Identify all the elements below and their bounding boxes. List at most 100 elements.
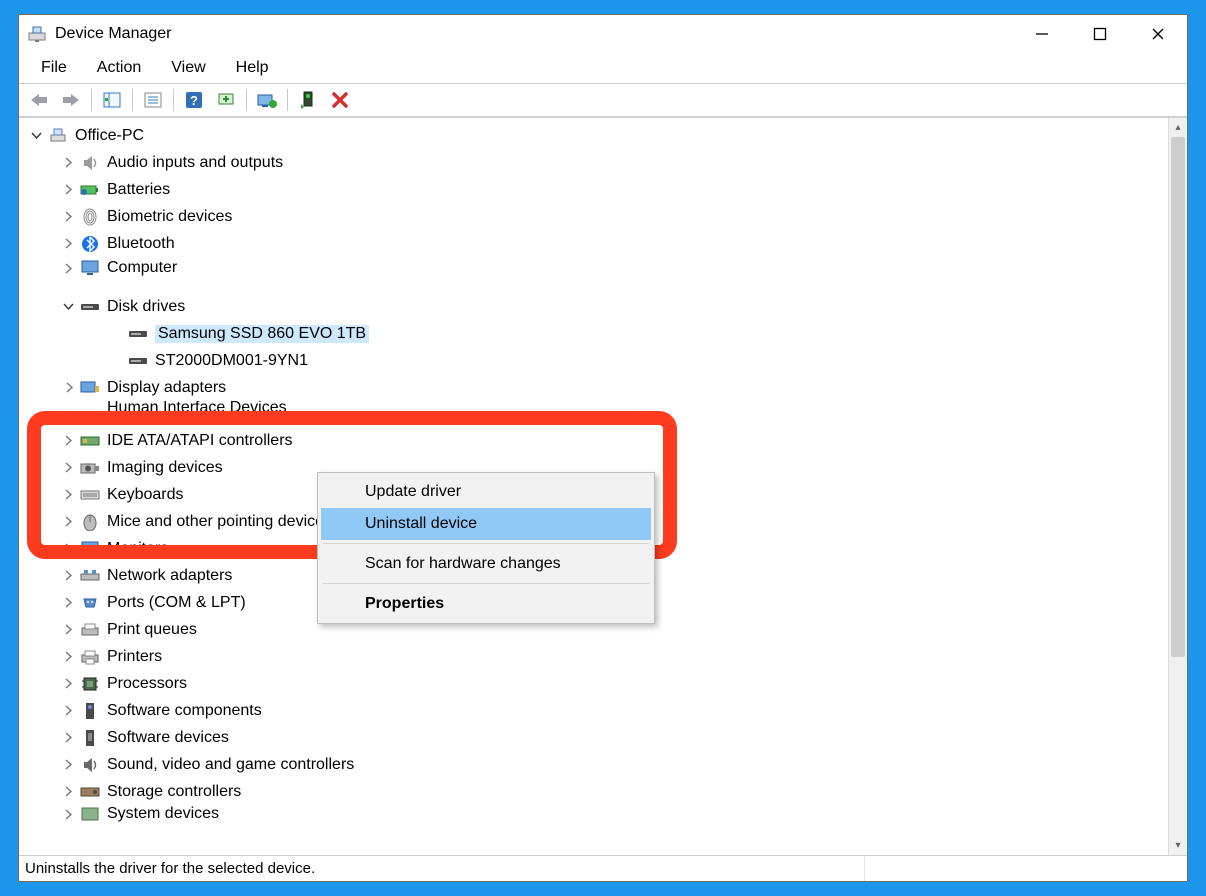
chevron-right-icon[interactable]: [59, 486, 77, 504]
scan-hardware-button[interactable]: [212, 87, 240, 113]
disable-device-button[interactable]: [326, 87, 354, 113]
scroll-up-button[interactable]: ▴: [1169, 118, 1187, 137]
properties-button[interactable]: [139, 87, 167, 113]
chevron-right-icon[interactable]: [59, 594, 77, 612]
statusbar: Uninstalls the driver for the selected d…: [19, 855, 1187, 881]
cm-scan-hardware[interactable]: Scan for hardware changes: [321, 548, 651, 580]
chevron-right-icon[interactable]: [59, 208, 77, 226]
tree-node-sound[interactable]: Sound, video and game controllers: [19, 751, 1168, 778]
tree-leaf-samsung-ssd[interactable]: Samsung SSD 860 EVO 1TB: [19, 320, 1168, 347]
menu-action[interactable]: Action: [85, 56, 153, 80]
tree-root-label: Office-PC: [75, 127, 144, 145]
chevron-right-icon[interactable]: [59, 513, 77, 531]
chevron-right-icon[interactable]: [59, 783, 77, 801]
chevron-right-icon[interactable]: [59, 432, 77, 450]
status-text: Uninstalls the driver for the selected d…: [25, 860, 315, 877]
tree-node-processors[interactable]: Processors: [19, 670, 1168, 697]
chevron-right-icon[interactable]: [59, 675, 77, 693]
chevron-right-icon[interactable]: [59, 756, 77, 774]
minimize-button[interactable]: [1013, 15, 1071, 53]
scroll-down-button[interactable]: ▾: [1169, 836, 1187, 855]
tree-node-label: Network adapters: [107, 567, 232, 585]
port-icon: [79, 592, 101, 614]
tree-node-label: Sound, video and game controllers: [107, 756, 354, 774]
menu-help[interactable]: Help: [224, 56, 281, 80]
chevron-right-icon[interactable]: [59, 805, 77, 823]
chevron-right-icon[interactable]: [59, 621, 77, 639]
tree-node-label: Software components: [107, 702, 262, 720]
computer-icon: [47, 125, 69, 147]
fingerprint-icon: [79, 206, 101, 228]
scroll-thumb[interactable]: [1171, 137, 1185, 657]
tree-node-label: Print queues: [107, 621, 197, 639]
printer-icon: [79, 646, 101, 668]
window-controls: [1013, 15, 1187, 53]
tree-node-label: Storage controllers: [107, 783, 241, 801]
tree-node-audio[interactable]: Audio inputs and outputs: [19, 149, 1168, 176]
tree-node-label: Software devices: [107, 729, 229, 747]
tree-root[interactable]: Office-PC: [19, 122, 1168, 149]
tree-node-storage[interactable]: Storage controllers: [19, 778, 1168, 805]
ide-icon: [79, 430, 101, 452]
cpu-icon: [79, 673, 101, 695]
cm-properties[interactable]: Properties: [321, 588, 651, 620]
chevron-right-icon[interactable]: [59, 401, 77, 415]
tree-node-computer[interactable]: Computer: [19, 257, 1168, 279]
cm-update-driver[interactable]: Update driver: [321, 476, 651, 508]
help-button[interactable]: ?: [180, 87, 208, 113]
enable-device-button[interactable]: [294, 87, 322, 113]
chevron-right-icon[interactable]: [59, 729, 77, 747]
tree-leaf-st2000[interactable]: ST2000DM001-9YN1: [19, 347, 1168, 374]
chevron-down-icon[interactable]: [27, 127, 45, 145]
mouse-icon: [79, 511, 101, 533]
chevron-right-icon[interactable]: [59, 459, 77, 477]
sw-device-icon: [79, 727, 101, 749]
monitor-icon: [79, 538, 101, 560]
chevron-right-icon[interactable]: [59, 259, 77, 277]
tree-node-biometric[interactable]: Biometric devices: [19, 203, 1168, 230]
forward-button[interactable]: [57, 87, 85, 113]
content-area: Office-PC Audio inputs and outputs Batte…: [19, 117, 1187, 855]
tree-node-hid[interactable]: Human Interface Devices: [19, 401, 1168, 415]
tree-node-ide[interactable]: IDE ATA/ATAPI controllers: [19, 427, 1168, 454]
chevron-right-icon[interactable]: [59, 540, 77, 558]
menu-file[interactable]: File: [29, 56, 79, 80]
chevron-right-icon[interactable]: [59, 181, 77, 199]
storage-icon: [79, 781, 101, 803]
vertical-scrollbar[interactable]: ▴ ▾: [1168, 118, 1187, 855]
tree-leaf-label: ST2000DM001-9YN1: [155, 352, 308, 370]
maximize-button[interactable]: [1071, 15, 1129, 53]
update-driver-button[interactable]: [253, 87, 281, 113]
chevron-right-icon[interactable]: [59, 648, 77, 666]
tree-node-label: Bluetooth: [107, 235, 175, 253]
back-button[interactable]: [25, 87, 53, 113]
disk-icon: [127, 350, 149, 372]
tree-node-sw-components[interactable]: Software components: [19, 697, 1168, 724]
show-hidden-button[interactable]: [98, 87, 126, 113]
chevron-down-icon[interactable]: [59, 298, 77, 316]
chevron-right-icon[interactable]: [59, 567, 77, 585]
tree-node-sw-devices[interactable]: Software devices: [19, 724, 1168, 751]
cm-separator: [323, 583, 649, 585]
toolbar: ?: [19, 83, 1187, 117]
cm-separator: [323, 543, 649, 545]
menu-view[interactable]: View: [159, 56, 217, 80]
chevron-right-icon[interactable]: [59, 379, 77, 397]
tree-node-batteries[interactable]: Batteries: [19, 176, 1168, 203]
chevron-right-icon[interactable]: [59, 235, 77, 253]
tree-leaf-label: Samsung SSD 860 EVO 1TB: [155, 325, 369, 343]
cm-uninstall-device[interactable]: Uninstall device: [321, 508, 651, 540]
tree-node-printers[interactable]: Printers: [19, 643, 1168, 670]
tree-node-label: Monitors: [107, 540, 168, 558]
tree-node-label: Display adapters: [107, 379, 226, 397]
tree-node-bluetooth[interactable]: Bluetooth: [19, 230, 1168, 257]
tree-node-display-adapters[interactable]: Display adapters: [19, 374, 1168, 401]
chevron-right-icon[interactable]: [59, 702, 77, 720]
chevron-right-icon[interactable]: [59, 154, 77, 172]
tree-node-disk-drives[interactable]: Disk drives: [19, 293, 1168, 320]
tree-node-label: Keyboards: [107, 486, 184, 504]
tree-node-system[interactable]: System devices: [19, 805, 1168, 823]
close-button[interactable]: [1129, 15, 1187, 53]
tree-node-label: Disk drives: [107, 298, 185, 316]
bluetooth-icon: [79, 233, 101, 255]
